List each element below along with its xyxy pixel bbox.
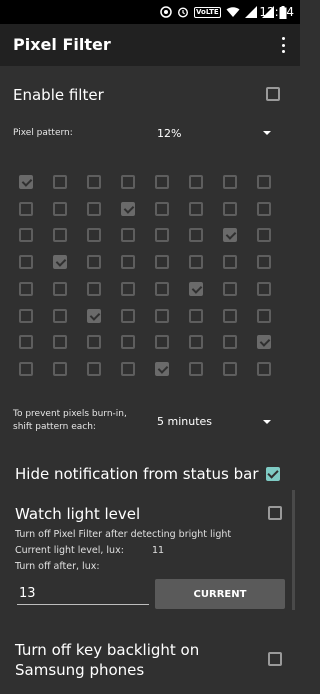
- pattern-cell-checkbox[interactable]: [121, 282, 135, 296]
- key-backlight-checkbox[interactable]: [268, 652, 282, 666]
- pattern-cell-checkbox[interactable]: [53, 228, 67, 242]
- pattern-cell-checkbox[interactable]: [87, 202, 101, 216]
- pattern-cell-checkbox[interactable]: [257, 202, 271, 216]
- pixel-pattern-grid: [19, 175, 279, 376]
- pattern-cell-checkbox[interactable]: [189, 309, 203, 323]
- pattern-cell-checkbox[interactable]: [257, 255, 271, 269]
- alarm-icon: [177, 7, 189, 18]
- pattern-cell-checkbox[interactable]: [257, 282, 271, 296]
- app-bar: Pixel Filter: [0, 24, 300, 66]
- watch-light-label: Watch light level: [15, 505, 141, 523]
- pattern-cell-checkbox[interactable]: [19, 335, 33, 349]
- pattern-cell-checkbox[interactable]: [155, 335, 169, 349]
- signal-icon: [244, 6, 257, 18]
- hide-notification-label: Hide notification from status bar: [15, 465, 259, 483]
- pattern-cell-checkbox[interactable]: [189, 362, 203, 376]
- pixel-pattern-value[interactable]: 12%: [157, 127, 181, 140]
- pattern-cell-checkbox[interactable]: [53, 309, 67, 323]
- pattern-cell-checkbox[interactable]: [223, 309, 237, 323]
- pattern-cell-checkbox[interactable]: [155, 228, 169, 242]
- overflow-menu-icon[interactable]: [276, 36, 290, 54]
- pattern-cell-checkbox[interactable]: [87, 255, 101, 269]
- pattern-cell-checkbox[interactable]: [121, 202, 135, 216]
- app-title: Pixel Filter: [13, 35, 111, 54]
- shift-pattern-dropdown-icon[interactable]: [263, 420, 271, 424]
- pattern-cell-checkbox[interactable]: [121, 228, 135, 242]
- pattern-cell-checkbox[interactable]: [121, 335, 135, 349]
- pattern-cell-checkbox[interactable]: [155, 362, 169, 376]
- dnd-icon: [160, 6, 172, 18]
- pattern-cell-checkbox[interactable]: [223, 175, 237, 189]
- pattern-cell-checkbox[interactable]: [189, 202, 203, 216]
- pattern-cell-checkbox[interactable]: [19, 202, 33, 216]
- pattern-cell-checkbox[interactable]: [121, 255, 135, 269]
- pattern-cell-checkbox[interactable]: [223, 255, 237, 269]
- pattern-cell-checkbox[interactable]: [121, 175, 135, 189]
- wifi-icon: [226, 7, 240, 17]
- key-backlight-label: Turn off key backlight on Samsung phones: [15, 640, 245, 680]
- watch-light-checkbox[interactable]: [268, 506, 282, 520]
- clock: 12:54: [259, 5, 294, 19]
- pattern-cell-checkbox[interactable]: [19, 362, 33, 376]
- pattern-cell-checkbox[interactable]: [87, 335, 101, 349]
- hide-notification-checkbox[interactable]: [266, 467, 280, 481]
- current-button[interactable]: CURRENT: [155, 579, 285, 609]
- enable-filter-checkbox[interactable]: [266, 87, 280, 101]
- pattern-cell-checkbox[interactable]: [87, 175, 101, 189]
- pattern-cell-checkbox[interactable]: [223, 228, 237, 242]
- pattern-cell-checkbox[interactable]: [257, 309, 271, 323]
- pattern-cell-checkbox[interactable]: [257, 335, 271, 349]
- key-backlight-label-line1: Turn off key backlight on: [15, 641, 200, 659]
- pattern-cell-checkbox[interactable]: [155, 255, 169, 269]
- pattern-cell-checkbox[interactable]: [53, 282, 67, 296]
- pattern-cell-checkbox[interactable]: [155, 282, 169, 296]
- pattern-cell-checkbox[interactable]: [121, 309, 135, 323]
- pattern-cell-checkbox[interactable]: [19, 175, 33, 189]
- shift-pattern-value[interactable]: 5 minutes: [157, 415, 212, 428]
- pattern-cell-checkbox[interactable]: [121, 362, 135, 376]
- pattern-cell-checkbox[interactable]: [189, 175, 203, 189]
- volte-badge: VoLTE: [194, 6, 221, 18]
- pattern-cell-checkbox[interactable]: [257, 362, 271, 376]
- pattern-cell-checkbox[interactable]: [19, 228, 33, 242]
- pattern-cell-checkbox[interactable]: [87, 362, 101, 376]
- pattern-cell-checkbox[interactable]: [257, 228, 271, 242]
- pattern-cell-checkbox[interactable]: [189, 228, 203, 242]
- pattern-cell-checkbox[interactable]: [223, 335, 237, 349]
- pattern-cell-checkbox[interactable]: [53, 362, 67, 376]
- current-light-value: 11: [152, 545, 165, 556]
- pattern-cell-checkbox[interactable]: [53, 202, 67, 216]
- pixel-pattern-dropdown-icon[interactable]: [263, 131, 271, 135]
- enable-filter-label: Enable filter: [13, 86, 104, 104]
- lux-threshold-input[interactable]: [17, 583, 149, 605]
- scrollbar[interactable]: [292, 490, 295, 610]
- turn-off-after-label: Turn off after, lux:: [15, 561, 100, 572]
- pattern-cell-checkbox[interactable]: [189, 282, 203, 296]
- pattern-cell-checkbox[interactable]: [53, 175, 67, 189]
- pattern-cell-checkbox[interactable]: [19, 309, 33, 323]
- shift-pattern-label-line1: To prevent pixels burn-in,: [13, 409, 127, 419]
- pattern-cell-checkbox[interactable]: [87, 282, 101, 296]
- pattern-cell-checkbox[interactable]: [189, 255, 203, 269]
- shift-pattern-label-line2: shift pattern each:: [13, 422, 96, 432]
- pattern-cell-checkbox[interactable]: [19, 255, 33, 269]
- pattern-cell-checkbox[interactable]: [155, 175, 169, 189]
- status-bar: VoLTE 12:54: [0, 0, 300, 24]
- pattern-cell-checkbox[interactable]: [53, 255, 67, 269]
- pattern-cell-checkbox[interactable]: [223, 362, 237, 376]
- current-light-label: Current light level, lux:: [15, 545, 124, 556]
- pixel-pattern-label: Pixel pattern:: [13, 128, 73, 138]
- pattern-cell-checkbox[interactable]: [223, 202, 237, 216]
- watch-light-description: Turn off Pixel Filter after detecting br…: [15, 529, 232, 540]
- pattern-cell-checkbox[interactable]: [257, 175, 271, 189]
- pattern-cell-checkbox[interactable]: [189, 335, 203, 349]
- pattern-cell-checkbox[interactable]: [223, 282, 237, 296]
- pattern-cell-checkbox[interactable]: [19, 282, 33, 296]
- pattern-cell-checkbox[interactable]: [155, 202, 169, 216]
- key-backlight-label-line2: Samsung phones: [15, 661, 145, 679]
- pattern-cell-checkbox[interactable]: [155, 309, 169, 323]
- pattern-cell-checkbox[interactable]: [87, 309, 101, 323]
- pattern-cell-checkbox[interactable]: [87, 228, 101, 242]
- pattern-cell-checkbox[interactable]: [53, 335, 67, 349]
